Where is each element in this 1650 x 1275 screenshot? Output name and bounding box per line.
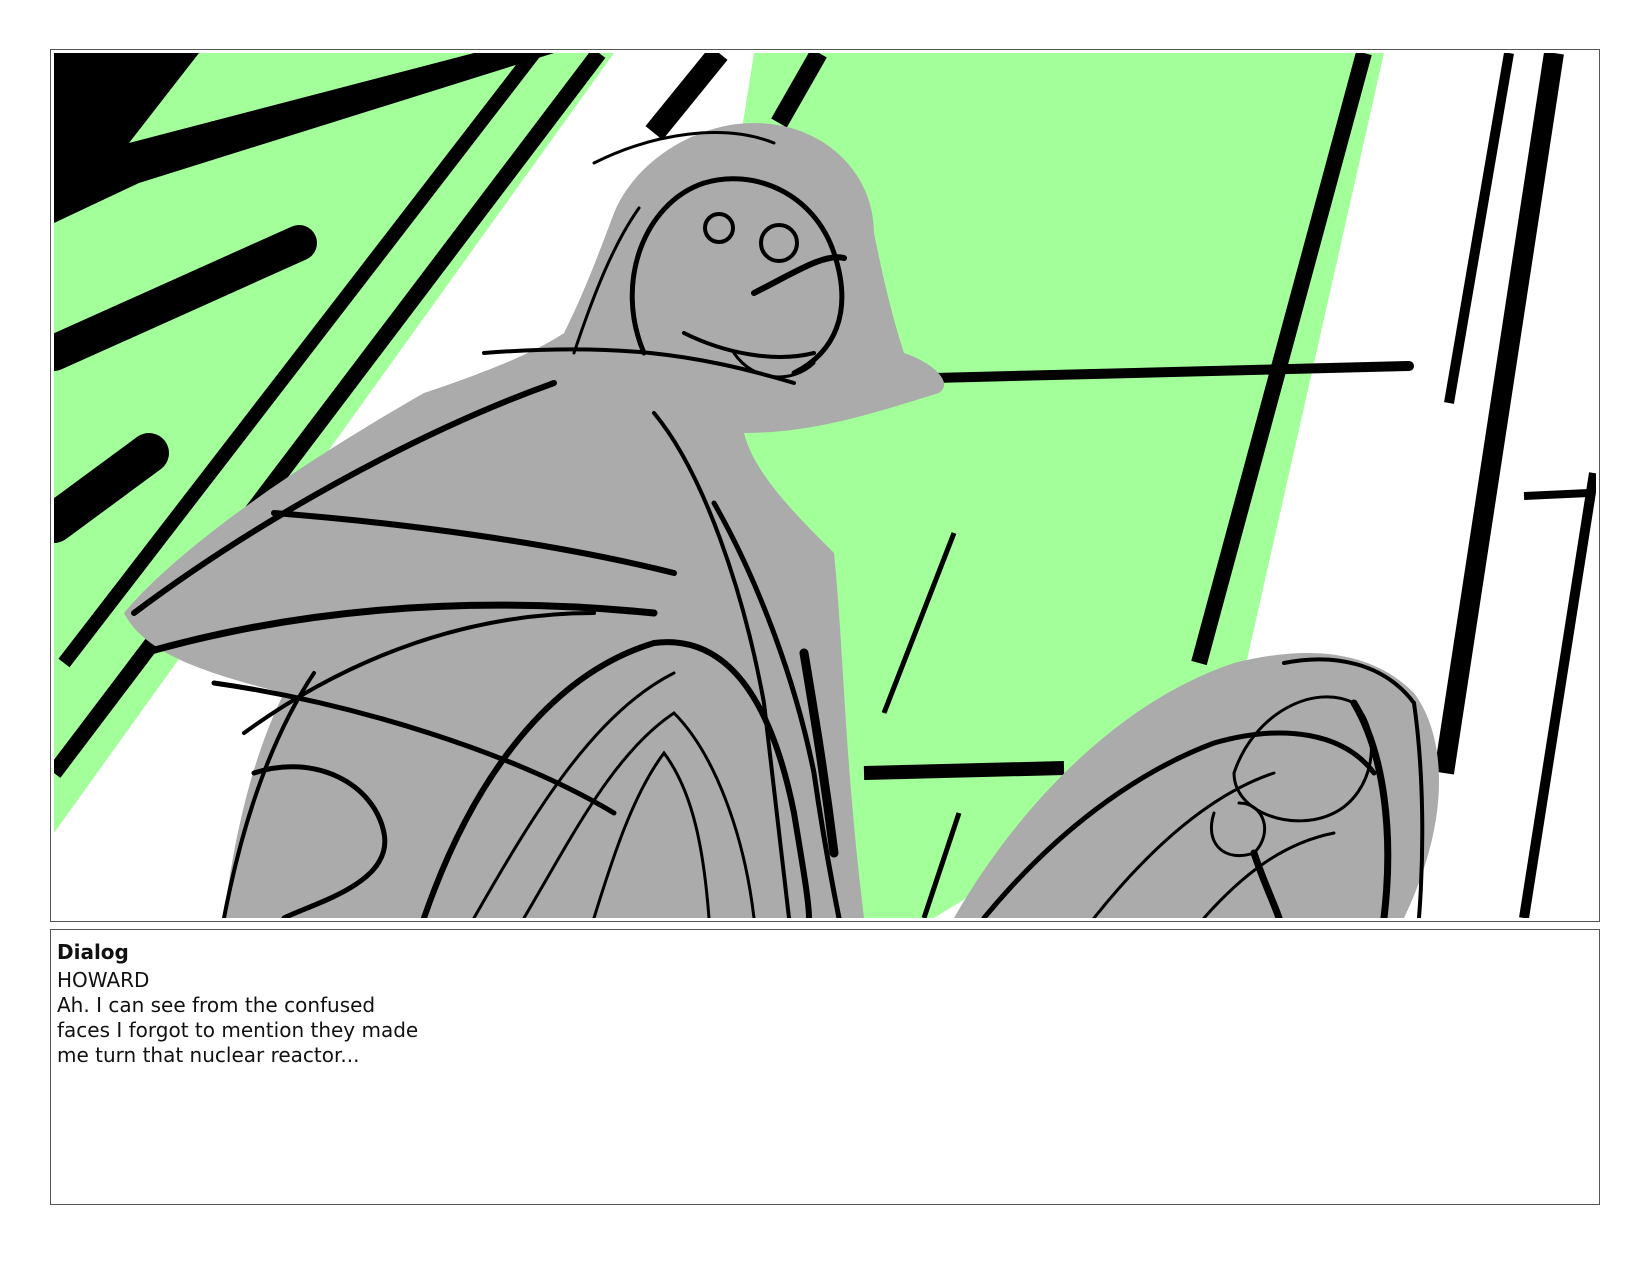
dialog-text-line: Ah. I can see from the confused <box>57 993 376 1017</box>
dialog-text-line: me turn that nuclear reactor... <box>57 1043 360 1067</box>
frame-right-tick <box>1523 489 1590 500</box>
dialog-text-line: faces I forgot to mention they made <box>57 1018 419 1042</box>
dialog-character-name: HOWARD <box>57 968 150 992</box>
storyboard-sketch <box>54 53 1596 918</box>
floor-line <box>863 761 1065 780</box>
dialog-heading: Dialog <box>57 940 129 964</box>
dialog-notes-box: Dialog HOWARD Ah. I can see from the con… <box>50 929 1600 1205</box>
storyboard-panel <box>50 49 1600 922</box>
